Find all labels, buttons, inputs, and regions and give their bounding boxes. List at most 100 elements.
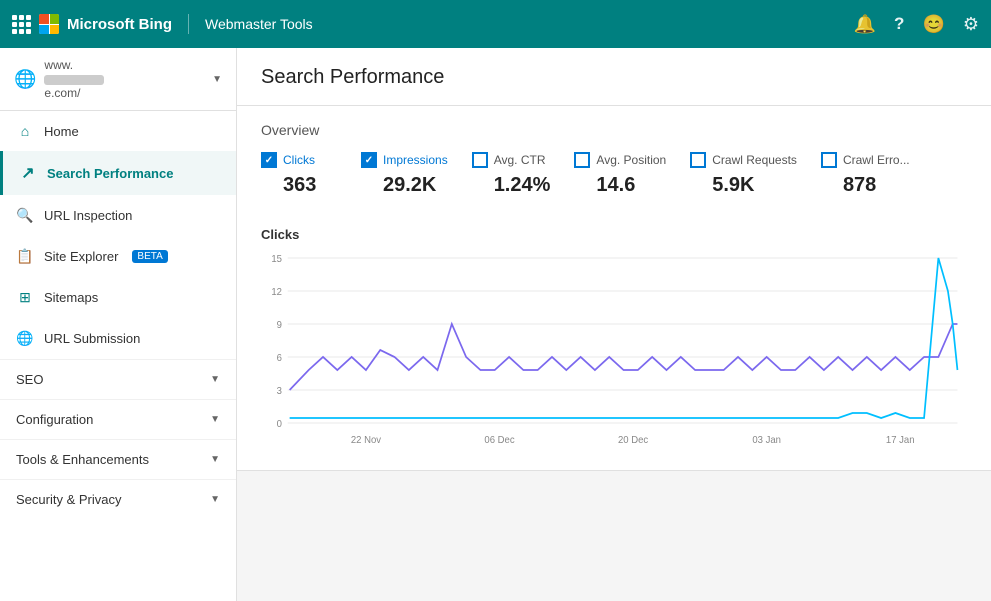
sidebar-section-security[interactable]: Security & Privacy ▼ (0, 479, 236, 519)
sidebar-section-tools[interactable]: Tools & Enhancements ▼ (0, 439, 236, 479)
beta-badge: BETA (132, 250, 167, 263)
avg-pos-checkbox-row: Avg. Position (574, 152, 666, 168)
sidebar-item-url-inspection-label: URL Inspection (44, 208, 132, 223)
bell-icon[interactable]: 🔔 (854, 14, 876, 35)
sidebar-item-url-inspection[interactable]: 🔍 URL Inspection (0, 195, 236, 236)
sidebar-item-sitemaps-label: Sitemaps (44, 290, 98, 305)
clicks-checkbox[interactable] (261, 152, 277, 168)
avg-pos-label: Avg. Position (596, 153, 666, 167)
clicks-label: Clicks (283, 153, 315, 167)
avg-ctr-checkbox[interactable] (472, 152, 488, 168)
crawl-req-checkbox-row: Crawl Requests (690, 152, 797, 168)
page-title: Search Performance (261, 66, 967, 89)
svg-text:17 Jan: 17 Jan (886, 435, 915, 446)
metric-clicks: Clicks 363 (261, 152, 361, 197)
chart-title: Clicks (261, 227, 967, 242)
microsoft-logo (39, 14, 59, 34)
crawl-req-label: Crawl Requests (712, 153, 797, 167)
avg-ctr-value: 1.24% (472, 174, 551, 197)
seo-chevron-icon: ▼ (210, 374, 220, 385)
content-area: Search Performance Overview Clicks 363 (237, 48, 991, 601)
site-explorer-icon: 📋 (16, 248, 34, 265)
metric-impressions: Impressions 29.2K (361, 152, 472, 197)
avg-ctr-label: Avg. CTR (494, 153, 546, 167)
sidebar-item-home[interactable]: ⌂ Home (0, 111, 236, 151)
sidebar-item-site-explorer-label: Site Explorer (44, 249, 118, 264)
chart-container: 15 12 9 6 3 0 (261, 250, 967, 450)
sitemaps-icon: ⊞ (16, 289, 34, 306)
topnav: Microsoft Bing Webmaster Tools 🔔 ? 😊 ⚙ (0, 0, 991, 48)
crawl-err-value: 878 (821, 174, 910, 197)
url-display: www. e.com/ (44, 58, 204, 100)
metrics-row: Clicks 363 Impressions 29.2K (261, 152, 967, 197)
crawl-err-checkbox[interactable] (821, 152, 837, 168)
clicks-value: 363 (261, 174, 337, 197)
sidebar-item-url-submission[interactable]: 🌐 URL Submission (0, 318, 236, 359)
url-chevron-icon: ▼ (212, 74, 222, 85)
svg-text:6: 6 (277, 353, 282, 364)
search-perf-icon: ↗ (19, 163, 37, 183)
sidebar-item-url-submission-label: URL Submission (44, 331, 140, 346)
metric-avg-ctr: Avg. CTR 1.24% (472, 152, 575, 197)
home-icon: ⌂ (16, 123, 34, 139)
impressions-value: 29.2K (361, 174, 448, 197)
security-label: Security & Privacy (16, 492, 121, 507)
url-submission-icon: 🌐 (16, 330, 34, 347)
settings-icon[interactable]: ⚙ (963, 14, 979, 35)
overview-title: Overview (261, 122, 967, 138)
config-label: Configuration (16, 412, 93, 427)
avg-ctr-checkbox-row: Avg. CTR (472, 152, 551, 168)
metric-crawl-requests: Crawl Requests 5.9K (690, 152, 821, 197)
svg-text:9: 9 (277, 320, 282, 331)
avg-pos-checkbox[interactable] (574, 152, 590, 168)
tools-label: Tools & Enhancements (16, 452, 149, 467)
impressions-checkbox-row: Impressions (361, 152, 448, 168)
clicks-checkbox-row: Clicks (261, 152, 337, 168)
topnav-right: 🔔 ? 😊 ⚙ (854, 14, 979, 35)
chart-area: Clicks 15 12 9 6 3 0 (261, 217, 967, 450)
app-title: Webmaster Tools (205, 16, 313, 32)
metric-crawl-errors: Crawl Erro... 878 (821, 152, 934, 197)
config-chevron-icon: ▼ (210, 414, 220, 425)
crawl-err-checkbox-row: Crawl Erro... (821, 152, 910, 168)
sidebar-item-sitemaps[interactable]: ⊞ Sitemaps (0, 277, 236, 318)
sidebar-section-configuration[interactable]: Configuration ▼ (0, 399, 236, 439)
security-chevron-icon: ▼ (210, 494, 220, 505)
crawl-req-checkbox[interactable] (690, 152, 706, 168)
svg-text:03 Jan: 03 Jan (752, 435, 781, 446)
impressions-label: Impressions (383, 153, 448, 167)
nav-divider (188, 14, 189, 34)
smiley-icon[interactable]: 😊 (922, 14, 944, 35)
url-inspect-icon: 🔍 (16, 207, 34, 224)
crawl-err-label: Crawl Erro... (843, 153, 910, 167)
metric-avg-position: Avg. Position 14.6 (574, 152, 690, 197)
main-layout: 🌐 www. e.com/ ▼ ⌂ Home ↗ Search Performa… (0, 48, 991, 601)
sidebar-item-search-performance-label: Search Performance (47, 166, 173, 181)
seo-label: SEO (16, 372, 43, 387)
brand-title: Microsoft Bing (67, 16, 172, 33)
impressions-checkbox[interactable] (361, 152, 377, 168)
sidebar-item-site-explorer[interactable]: 📋 Site Explorer BETA (0, 236, 236, 277)
url-selector[interactable]: 🌐 www. e.com/ ▼ (0, 48, 236, 111)
sidebar: 🌐 www. e.com/ ▼ ⌂ Home ↗ Search Performa… (0, 48, 237, 601)
svg-text:3: 3 (277, 386, 282, 397)
svg-text:06 Dec: 06 Dec (484, 435, 514, 446)
sidebar-item-home-label: Home (44, 124, 79, 139)
chart-svg: 15 12 9 6 3 0 (261, 250, 967, 450)
sidebar-item-search-performance[interactable]: ↗ Search Performance (0, 151, 236, 195)
overview-section: Overview Clicks 363 (237, 106, 991, 471)
svg-text:0: 0 (277, 419, 283, 430)
globe-icon: 🌐 (14, 69, 36, 90)
help-icon[interactable]: ? (894, 14, 904, 34)
topnav-left: Microsoft Bing Webmaster Tools (12, 14, 854, 34)
content-body: Overview Clicks 363 (237, 106, 991, 471)
avg-pos-value: 14.6 (574, 174, 666, 197)
svg-text:22 Nov: 22 Nov (351, 435, 381, 446)
sidebar-section-seo[interactable]: SEO ▼ (0, 359, 236, 399)
svg-text:15: 15 (271, 254, 282, 265)
svg-text:20 Dec: 20 Dec (618, 435, 648, 446)
svg-text:12: 12 (271, 287, 282, 298)
crawl-req-value: 5.9K (690, 174, 797, 197)
waffle-icon[interactable] (12, 15, 31, 34)
tools-chevron-icon: ▼ (210, 454, 220, 465)
